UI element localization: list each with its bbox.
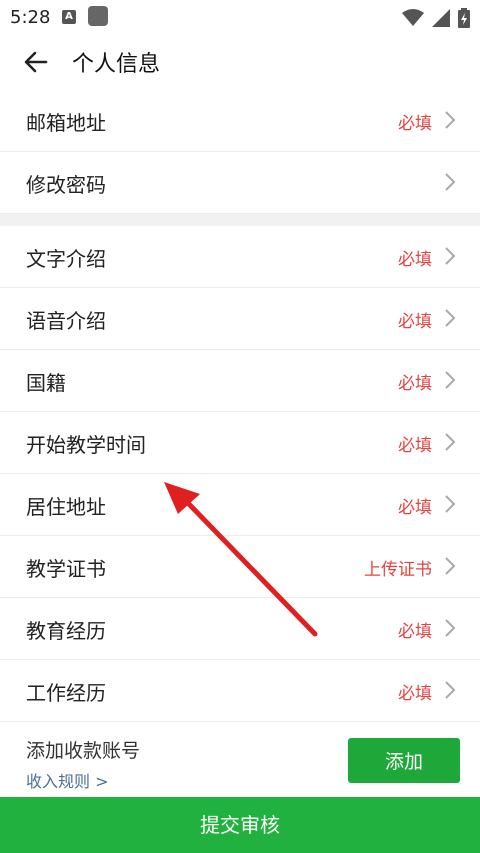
- row-value: 必填: [398, 684, 432, 704]
- row-label: 语音介绍: [26, 309, 106, 333]
- chevron-right-icon: [445, 619, 456, 637]
- back-arrow-icon[interactable]: [22, 48, 50, 76]
- row-label: 文字介绍: [26, 247, 106, 271]
- page-title: 个人信息: [72, 52, 161, 77]
- wifi-icon: [402, 9, 424, 26]
- notification-square-icon: [88, 6, 108, 26]
- chevron-right-icon: [445, 173, 456, 191]
- row-label: 修改密码: [26, 173, 106, 197]
- payout-title: 添加收款账号: [26, 740, 141, 762]
- row-residence-address[interactable]: 居住地址 必填: [0, 474, 480, 536]
- app-bar: 个人信息: [0, 34, 480, 90]
- row-label: 居住地址: [26, 495, 106, 519]
- notification-a-icon: A: [62, 10, 76, 24]
- battery-icon: [458, 8, 470, 28]
- payout-section: 添加收款账号 收入规则 > 添加: [0, 722, 480, 798]
- chevron-right-icon: [445, 247, 456, 265]
- status-time: 5:28: [10, 7, 51, 28]
- income-rules-link[interactable]: 收入规则 >: [26, 768, 109, 792]
- status-bar: 5:28 A: [0, 0, 480, 34]
- submit-review-button[interactable]: 提交审核: [0, 797, 480, 853]
- row-text-intro[interactable]: 文字介绍 必填: [0, 226, 480, 288]
- status-icons: [402, 8, 470, 28]
- row-change-password[interactable]: 修改密码: [0, 152, 480, 214]
- row-value: 必填: [398, 436, 432, 456]
- row-label: 国籍: [26, 371, 66, 395]
- row-teaching-certificate[interactable]: 教学证书 上传证书: [0, 536, 480, 598]
- row-value: 必填: [398, 312, 432, 332]
- row-work-experience[interactable]: 工作经历 必填: [0, 660, 480, 722]
- row-value: 必填: [398, 114, 432, 134]
- row-value: 上传证书: [364, 560, 432, 580]
- row-label: 工作经历: [26, 681, 106, 705]
- row-label: 开始教学时间: [26, 433, 146, 457]
- row-value: 必填: [398, 498, 432, 518]
- row-label: 教育经历: [26, 619, 106, 643]
- row-email[interactable]: 邮箱地址 必填: [0, 90, 480, 152]
- info-list: 邮箱地址 必填 修改密码 文字介绍 必填 语音介绍 必填 国籍 必填 开始教学时…: [0, 90, 480, 734]
- signal-icon: [432, 9, 450, 27]
- row-voice-intro[interactable]: 语音介绍 必填: [0, 288, 480, 350]
- row-value: 必填: [398, 250, 432, 270]
- chevron-right-icon: [445, 433, 456, 451]
- chevron-right-icon: [445, 371, 456, 389]
- chevron-right-icon: [445, 111, 456, 129]
- row-nationality[interactable]: 国籍 必填: [0, 350, 480, 412]
- chevron-right-icon: [445, 681, 456, 699]
- row-value: 必填: [398, 374, 432, 394]
- chevron-right-icon: [445, 495, 456, 513]
- add-account-button[interactable]: 添加: [348, 738, 460, 783]
- row-label: 教学证书: [26, 557, 106, 581]
- chevron-right-icon: [445, 557, 456, 575]
- row-label: 邮箱地址: [26, 111, 106, 135]
- chevron-right-icon: [445, 309, 456, 327]
- row-value: 必填: [398, 622, 432, 642]
- row-teaching-start[interactable]: 开始教学时间 必填: [0, 412, 480, 474]
- section-divider: [0, 214, 480, 226]
- row-education[interactable]: 教育经历 必填: [0, 598, 480, 660]
